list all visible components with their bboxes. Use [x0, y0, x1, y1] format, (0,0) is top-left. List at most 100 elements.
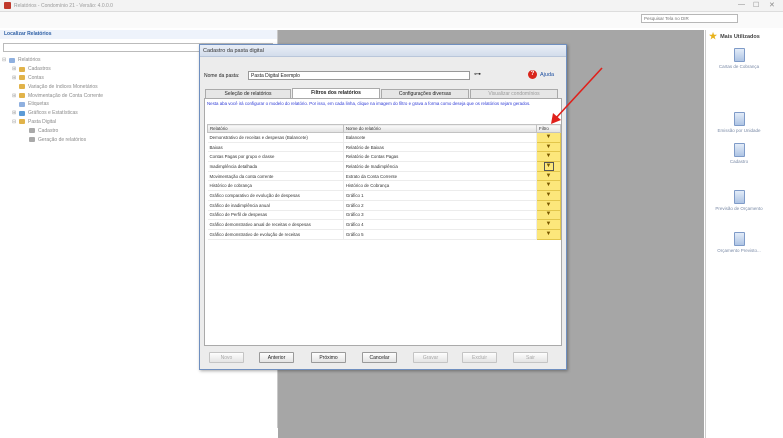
star-icon: ★: [709, 31, 718, 41]
funnel-icon[interactable]: ▼: [546, 211, 552, 218]
most-used-item[interactable]: Previsão de Orçamento: [714, 190, 764, 211]
table-row[interactable]: Demonstrativo de receitas e despesas (Ba…: [207, 132, 561, 143]
report-document-icon: [733, 112, 745, 126]
tree-expander-icon[interactable]: ⊞: [12, 110, 19, 116]
column-header-report[interactable]: Relatório: [207, 124, 344, 133]
tab-report-selection[interactable]: Seleção de relatórios: [205, 89, 291, 98]
filter-cell[interactable]: ▼: [536, 228, 561, 240]
minimize-icon[interactable]: —: [738, 1, 745, 8]
table-row[interactable]: Gráfico comparativo de evolução de despe…: [207, 190, 561, 201]
report-cell[interactable]: Gráfico de Perfil de despesas: [207, 210, 344, 221]
filter-cell[interactable]: ▼: [536, 170, 561, 182]
tree-item-label: Movimentação de Conta Corrente: [28, 92, 104, 99]
maximize-icon[interactable]: ☐: [753, 1, 759, 9]
funnel-icon[interactable]: ▼: [546, 153, 552, 160]
filter-cell[interactable]: ▼: [536, 190, 561, 201]
report-document-icon: [733, 232, 745, 246]
help-button[interactable]: ? Ajuda: [528, 70, 554, 79]
report-cell[interactable]: Demonstrativo de receitas e despesas (Ba…: [207, 132, 344, 143]
delete-button[interactable]: Excluir: [462, 352, 497, 363]
exit-button[interactable]: Sair: [513, 352, 548, 363]
tree-expander-icon[interactable]: ⊞: [12, 66, 19, 72]
tab-misc-settings[interactable]: Configurações diversas: [381, 89, 469, 98]
previous-button[interactable]: Anterior: [259, 352, 294, 363]
filter-cell[interactable]: ▼: [536, 209, 561, 221]
close-icon[interactable]: ✕: [769, 1, 775, 9]
tree-expander-icon[interactable]: ⊟: [12, 119, 19, 125]
tree-item-label: Contas: [28, 74, 44, 81]
folder-name-input[interactable]: Pasta Digital Exemplo: [248, 71, 470, 80]
filter-cell[interactable]: ▼: [536, 141, 561, 153]
tree-expander-icon[interactable]: ⊞: [12, 93, 19, 99]
filter-cell[interactable]: ▼: [536, 151, 561, 163]
tree-item-label: Variação de índices Monetários: [28, 83, 98, 90]
report-cell[interactable]: Gráfico demonstrativo de evolução de rec…: [207, 229, 344, 240]
report-cell[interactable]: Movimentação da conta corrente: [207, 171, 344, 182]
funnel-icon[interactable]: ▼: [546, 231, 552, 238]
report-name-cell[interactable]: Relatório de Baixas: [343, 142, 538, 153]
most-used-header: ★ Mais Utilizados: [706, 30, 783, 43]
report-name-cell[interactable]: Balancete: [343, 132, 538, 143]
table-row[interactable]: Inadimplência detalhada Relatório de Inad…: [207, 161, 561, 172]
report-cell[interactable]: Gráfico comparativo de evolução de despe…: [207, 190, 344, 201]
folder-icon: [19, 84, 25, 90]
report-name-cell[interactable]: Gráfico 2: [343, 200, 538, 211]
column-header-report-name[interactable]: Nome do relatório: [342, 124, 538, 133]
report-cell[interactable]: Baixas: [207, 142, 344, 153]
report-cell[interactable]: Contas Pagas por grupo e classe: [207, 151, 344, 163]
funnel-icon[interactable]: ▼: [546, 192, 552, 199]
table-row[interactable]: Gráfico de inadimplência anual Gráfico 2 ▼: [207, 199, 561, 211]
filter-cell[interactable]: ▼: [536, 199, 561, 211]
tree-item-label: Geração de relatórios: [38, 136, 87, 143]
funnel-icon[interactable]: ▼: [546, 173, 552, 180]
filter-cell[interactable]: ▼: [536, 161, 561, 172]
folder-icon: [9, 57, 15, 63]
table-row[interactable]: Movimentação da conta corrente Extrato da…: [207, 170, 561, 182]
next-button[interactable]: Próximo: [311, 352, 346, 363]
report-name-cell[interactable]: Gráfico 1: [343, 190, 538, 201]
table-row[interactable]: Gráfico de Perfil de despesas Gráfico 3 ▼: [207, 209, 561, 221]
funnel-icon[interactable]: ▼: [543, 162, 554, 171]
screen-search-input[interactable]: Pesquisar Tela no DIR: [641, 14, 738, 23]
folder-icon: [19, 66, 25, 72]
tree-expander-icon[interactable]: ⊟: [2, 57, 9, 63]
binoculars-icon[interactable]: ⊶: [472, 71, 483, 80]
report-name-cell[interactable]: Histórico de Cobrança: [343, 180, 538, 192]
report-cell[interactable]: Inadimplência detalhada: [207, 161, 344, 172]
filter-cell[interactable]: ▼: [536, 219, 561, 230]
most-used-item[interactable]: Cadastro: [714, 143, 764, 164]
report-cell[interactable]: Gráfico demonstrativo anual de receitas …: [207, 219, 344, 230]
filter-cell[interactable]: ▼: [536, 180, 561, 192]
tab-report-filters[interactable]: Filtros dos relatórios: [292, 88, 380, 98]
table-row[interactable]: Gráfico demonstrativo de evolução de rec…: [207, 228, 561, 240]
funnel-icon[interactable]: ▼: [546, 134, 552, 141]
most-used-item[interactable]: Emissão por Unidade: [714, 112, 764, 133]
tab-view-condos[interactable]: Visualizar condomínios: [470, 89, 558, 98]
table-row[interactable]: Gráfico demonstrativo anual de receitas …: [207, 219, 561, 230]
tree-expander-icon[interactable]: ⊞: [12, 75, 19, 81]
report-cell[interactable]: Gráfico de inadimplência anual: [207, 200, 344, 211]
table-row[interactable]: Baixas Relatório de Baixas ▼: [207, 141, 561, 153]
report-name-cell[interactable]: Extrato da Conta Corrente: [343, 171, 538, 182]
report-name-cell[interactable]: Relatório de Contas Pagas: [343, 151, 538, 163]
funnel-icon[interactable]: ▼: [546, 144, 552, 151]
most-used-item[interactable]: Orçamento Previsto...: [714, 232, 764, 253]
report-name-cell[interactable]: Gráfico 3: [343, 210, 538, 221]
report-name-cell[interactable]: Gráfico 5: [343, 229, 538, 240]
table-row[interactable]: Contas Pagas por grupo e classe Relatório…: [207, 151, 561, 163]
cancel-button[interactable]: Cancelar: [362, 352, 397, 363]
most-used-item[interactable]: Cartas de Cobrança: [714, 48, 764, 69]
dialog-title: Cadastro da pasta digital: [200, 45, 566, 57]
report-name-cell[interactable]: Relatório de Inadimplência: [343, 161, 538, 172]
report-cell[interactable]: Histórico de cobrança: [207, 180, 344, 192]
column-header-filter[interactable]: Filtro: [536, 124, 561, 133]
report-document-icon: [733, 48, 745, 62]
save-button[interactable]: Gravar: [413, 352, 448, 363]
table-row[interactable]: Histórico de cobrança Histórico de Cobran…: [207, 180, 561, 192]
filter-cell[interactable]: ▼: [536, 132, 561, 143]
funnel-icon[interactable]: ▼: [546, 202, 552, 209]
report-name-cell[interactable]: Gráfico 4: [343, 219, 538, 230]
funnel-icon[interactable]: ▼: [546, 221, 552, 228]
new-button[interactable]: Novo: [209, 352, 244, 363]
funnel-icon[interactable]: ▼: [546, 182, 552, 189]
